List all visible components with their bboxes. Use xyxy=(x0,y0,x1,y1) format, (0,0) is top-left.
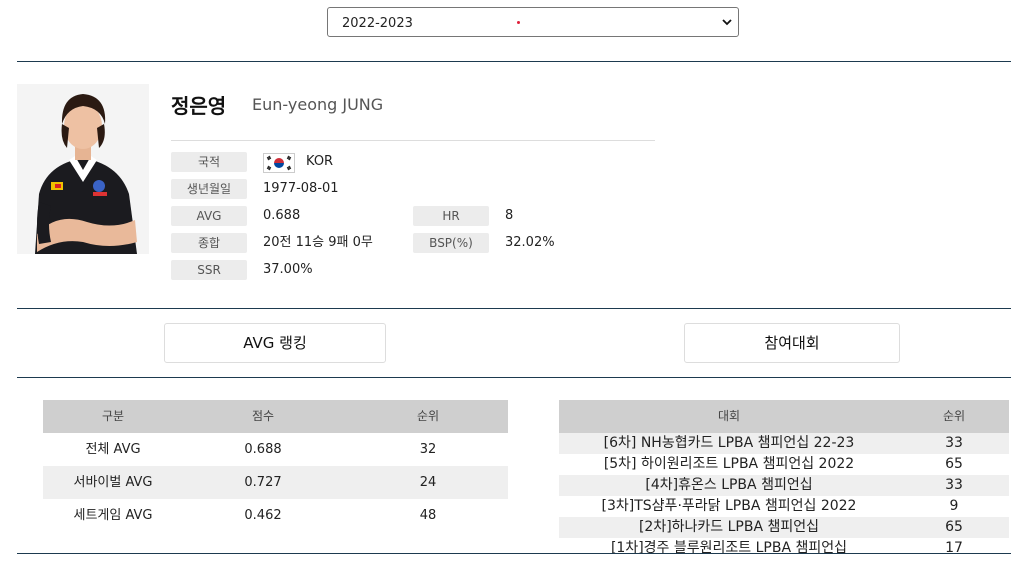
cell-score: 0.688 xyxy=(244,442,282,457)
table-row[interactable]: [6차] NH농협카드 LPBA 챔피언십 22-23 33 xyxy=(559,433,1009,454)
divider-top xyxy=(17,61,1011,62)
cell-rank: 33 xyxy=(945,435,963,451)
cell-rank: 33 xyxy=(945,477,963,493)
table-row[interactable]: [5차] 하이원리조트 LPBA 챔피언십 2022 65 xyxy=(559,454,1009,475)
player-name-korean: 정은영 xyxy=(171,94,227,118)
label-ssr: SSR xyxy=(171,260,247,280)
value-bsp: 32.02% xyxy=(505,235,555,250)
avg-header-rank: 순위 xyxy=(416,409,440,423)
tournament-table[interactable]: 대회 순위 [6차] NH농협카드 LPBA 챔피언십 22-23 33 [5차… xyxy=(559,400,1009,553)
cell-tournament: [5차] 하이원리조트 LPBA 챔피언십 2022 xyxy=(603,456,855,472)
label-record: 종합 xyxy=(171,233,247,253)
value-ssr: 37.00% xyxy=(263,262,313,277)
player-name-english: Eun-yeong JUNG xyxy=(252,95,384,114)
season-select-value: 2022-2023 xyxy=(342,16,413,31)
label-hr: HR xyxy=(413,206,489,226)
cell-category: 세트게임 AVG xyxy=(73,508,153,523)
cell-score: 0.727 xyxy=(244,475,282,490)
cell-category: 서바이벌 AVG xyxy=(73,475,153,490)
table-row: 세트게임 AVG 0.462 48 xyxy=(43,499,508,532)
cell-rank: 17 xyxy=(945,540,963,553)
cell-rank: 32 xyxy=(419,442,437,457)
table-row[interactable]: [2차]하나카드 LPBA 챔피언십 65 xyxy=(559,517,1009,538)
cell-tournament: [2차]하나카드 LPBA 챔피언십 xyxy=(638,519,820,535)
value-record: 20전 11승 9패 0무 xyxy=(263,235,373,250)
table-row[interactable]: [3차]TS샴푸·푸라닭 LPBA 챔피언십 2022 9 xyxy=(559,496,1009,517)
table-row[interactable]: [4차]휴온스 LPBA 챔피언십 33 xyxy=(559,475,1009,496)
chevron-down-icon xyxy=(722,19,732,26)
tournament-header-name: 대회 xyxy=(717,409,741,423)
tournament-header-rank: 순위 xyxy=(942,409,966,423)
divider-profile xyxy=(17,308,1011,309)
cell-rank: 9 xyxy=(949,498,959,514)
tournament-table-header: 대회 순위 xyxy=(559,400,1009,433)
cell-tournament: [3차]TS샴푸·푸라닭 LPBA 챔피언십 2022 xyxy=(601,498,857,514)
table-row: 서바이벌 AVG 0.727 24 xyxy=(43,466,508,499)
value-hr: 8 xyxy=(505,208,514,223)
divider-bottom xyxy=(17,553,1011,554)
cell-tournament: [6차] NH농협카드 LPBA 챔피언십 22-23 xyxy=(603,435,855,451)
cell-rank: 65 xyxy=(945,519,963,535)
table-row: 전체 AVG 0.688 32 xyxy=(43,433,508,466)
cell-rank: 65 xyxy=(945,456,963,472)
cell-score: 0.462 xyxy=(244,508,282,523)
cell-category: 전체 AVG xyxy=(85,442,141,457)
cell-tournament: [4차]휴온스 LPBA 챔피언십 xyxy=(645,477,813,493)
value-nationality: KOR xyxy=(306,154,334,169)
label-birth: 생년월일 xyxy=(171,179,247,199)
player-photo xyxy=(17,84,149,254)
season-select[interactable]: 2022-2023 xyxy=(327,7,739,37)
tournaments-button[interactable]: 참여대회 xyxy=(684,323,900,363)
avg-header-category: 구분 xyxy=(101,409,125,423)
label-avg: AVG xyxy=(171,206,247,226)
avg-header-score: 점수 xyxy=(251,409,275,423)
avg-table-header: 구분 점수 순위 xyxy=(43,400,508,433)
value-avg: 0.688 xyxy=(263,208,301,223)
cell-tournament: [1차]경주 블루원리조트 LPBA 챔피언십 xyxy=(610,540,848,553)
divider-sections xyxy=(17,377,1011,378)
cell-rank: 24 xyxy=(419,475,437,490)
label-nationality: 국적 xyxy=(171,152,247,172)
table-row[interactable]: [1차]경주 블루원리조트 LPBA 챔피언십 17 xyxy=(559,538,1009,553)
korea-flag-icon xyxy=(263,153,295,173)
cell-rank: 48 xyxy=(419,508,437,523)
name-divider xyxy=(171,140,655,141)
avg-ranking-button[interactable]: AVG 랭킹 xyxy=(164,323,386,363)
label-bsp: BSP(%) xyxy=(413,233,489,253)
season-marker-dot xyxy=(517,21,520,24)
value-birth: 1977-08-01 xyxy=(263,181,339,196)
